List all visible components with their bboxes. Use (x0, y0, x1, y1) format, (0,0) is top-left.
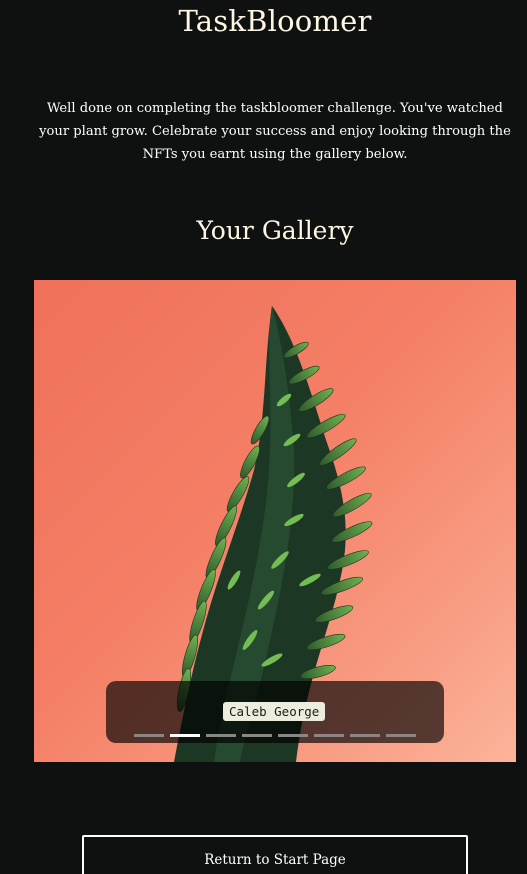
carousel-indicator[interactable] (206, 734, 236, 737)
carousel-indicator[interactable] (134, 734, 164, 737)
carousel-indicator[interactable] (386, 734, 416, 737)
intro-text: Well done on completing the taskbloomer … (39, 101, 511, 162)
carousel-indicator[interactable] (242, 734, 272, 737)
carousel-indicator[interactable] (278, 734, 308, 737)
nft-caption: Caleb George (223, 702, 326, 721)
gallery-heading: Your Gallery (196, 216, 354, 245)
carousel-indicator[interactable] (350, 734, 380, 737)
carousel-indicator[interactable] (170, 734, 200, 737)
carousel-indicator[interactable] (314, 734, 344, 737)
return-to-start-button[interactable]: Return to Start Page (82, 835, 468, 874)
app-title: TaskBloomer (178, 4, 372, 38)
gallery-carousel[interactable]: Caleb George (34, 280, 516, 762)
caption-panel: Caleb George (106, 681, 444, 743)
